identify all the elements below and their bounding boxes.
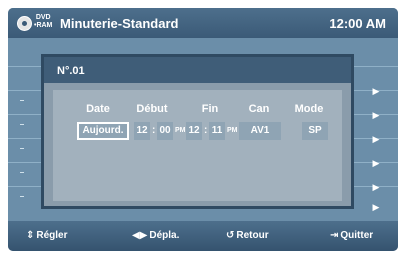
row-arrow-icon[interactable]: ▶ — [370, 200, 382, 215]
end-ampm[interactable]: PM — [227, 122, 238, 140]
end-hour-field[interactable]: 12 — [186, 122, 202, 140]
row-arrow-icon[interactable]: ▶ — [370, 132, 382, 147]
dialog-title-bar: N°.01 — [44, 57, 351, 83]
adjust-hint: ⇕ Régler — [26, 230, 68, 241]
return-hint[interactable]: ↺ Retour — [226, 230, 269, 241]
date-header: Date — [86, 103, 110, 115]
move-hint: ◀▶ Dépla. — [132, 230, 179, 241]
list-tick — [20, 172, 24, 173]
exit-label: Quitter — [340, 230, 374, 241]
return-icon: ↺ — [226, 230, 235, 241]
date-field[interactable]: Aujourd. — [77, 122, 129, 140]
left-right-icon: ◀▶ — [132, 230, 148, 241]
header-bar: DVD •RAM Minuterie-Standard 12:00 AM — [8, 8, 398, 38]
row-arrow-icon[interactable]: ▶ — [370, 180, 382, 195]
end-colon: : — [204, 125, 208, 136]
timer-edit-dialog: N°.01 Date Début Fin Can Mode Aujourd. 1… — [41, 54, 354, 209]
channel-header: Can — [248, 103, 270, 115]
list-tick — [20, 124, 24, 125]
disc-icon — [17, 16, 32, 31]
start-hour-field[interactable]: 12 — [134, 122, 150, 140]
footer-bar: ⇕ Régler ◀▶ Dépla. ↺ Retour ⇥ Quitter — [8, 221, 398, 251]
row-arrow-icon[interactable]: ▶ — [370, 156, 382, 171]
start-colon: : — [152, 125, 156, 136]
dialog-body: Date Début Fin Can Mode Aujourd. 12 : 00… — [53, 90, 342, 201]
timer-screen: DVD •RAM Minuterie-Standard 12:00 AM ▶ ▶… — [8, 8, 398, 251]
row-arrow-icon[interactable]: ▶ — [370, 84, 382, 99]
start-ampm[interactable]: PM — [175, 122, 186, 140]
disc-type-label: DVD •RAM — [34, 14, 52, 30]
channel-field[interactable]: AV1 — [239, 122, 281, 140]
row-arrow-icon[interactable]: ▶ — [370, 108, 382, 123]
page-title: Minuterie-Standard — [60, 16, 179, 31]
program-number: N°.01 — [57, 65, 85, 77]
adjust-label: Régler — [36, 230, 68, 241]
list-tick — [20, 100, 24, 101]
exit-hint[interactable]: ⇥ Quitter — [330, 230, 373, 241]
end-minute-field[interactable]: 11 — [209, 122, 225, 140]
clock: 12:00 AM — [329, 16, 386, 31]
mode-field[interactable]: SP — [302, 122, 328, 140]
list-tick — [20, 148, 24, 149]
disc-type-bottom: •RAM — [34, 22, 53, 29]
list-tick — [20, 196, 24, 197]
exit-icon: ⇥ — [330, 230, 339, 241]
end-header: Fin — [201, 103, 219, 115]
start-header: Début — [136, 103, 168, 115]
move-label: Dépla. — [149, 230, 180, 241]
mode-header: Mode — [294, 103, 324, 115]
start-minute-field[interactable]: 00 — [157, 122, 173, 140]
disc-type-top: DVD — [35, 14, 51, 21]
return-label: Retour — [236, 230, 269, 241]
up-down-icon: ⇕ — [26, 230, 35, 241]
